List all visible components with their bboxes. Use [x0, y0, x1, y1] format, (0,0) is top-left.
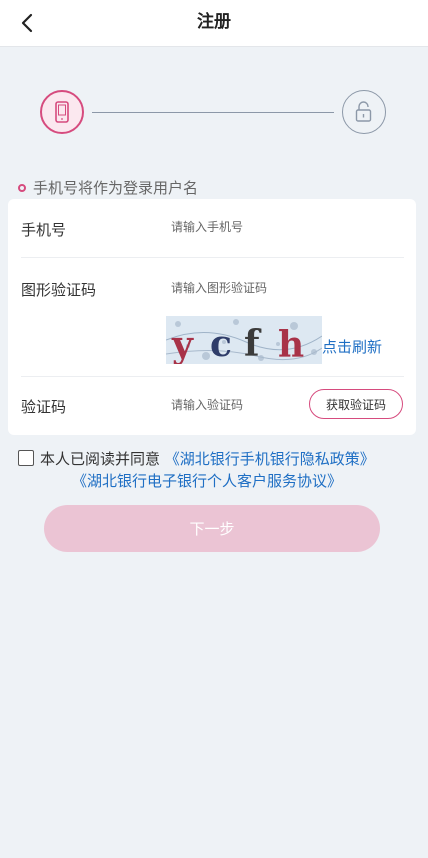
username-hint: 手机号将作为登录用户名 — [18, 177, 198, 198]
get-code-button[interactable]: 获取验证码 — [309, 389, 403, 419]
refresh-captcha-link[interactable]: 点击刷新 — [322, 336, 382, 357]
captcha-label: 图形验证码 — [21, 281, 97, 299]
step-indicator — [40, 90, 386, 138]
page-title: 注册 — [197, 12, 231, 32]
captcha-char-4: h — [278, 324, 304, 364]
captcha-char-2: c — [210, 323, 232, 364]
captcha-image[interactable]: y c f h — [166, 316, 322, 364]
privacy-policy-link[interactable]: 《湖北银行手机银行隐私政策》 — [165, 450, 375, 468]
divider — [21, 257, 404, 258]
phone-label: 手机号 — [21, 221, 67, 239]
register-form: 手机号 图形验证码 y c f h 点击刷新 验证码 获取验证码 — [8, 199, 416, 435]
sms-code-label: 验证码 — [21, 398, 67, 416]
hint-circle-icon — [18, 183, 26, 192]
agreement-prefix: 本人已阅读并同意 — [40, 450, 161, 468]
step-lock — [342, 90, 386, 134]
service-agreement-link[interactable]: 《湖北银行电子银行个人客户服务协议》 — [72, 470, 342, 491]
step-connector — [92, 112, 334, 113]
captcha-char-1: y — [171, 324, 194, 364]
top-bar: 注册 — [0, 0, 428, 47]
divider — [21, 376, 404, 377]
phone-input[interactable] — [171, 220, 341, 234]
agreement-line-1: 本人已阅读并同意 《湖北银行手机银行隐私政策》 — [40, 448, 375, 469]
phone-icon — [55, 101, 69, 123]
next-step-button[interactable]: 下一步 — [44, 505, 380, 552]
hint-text: 手机号将作为登录用户名 — [33, 179, 199, 197]
captcha-input[interactable] — [171, 281, 341, 295]
sms-code-input[interactable] — [171, 398, 301, 412]
step-phone — [40, 90, 84, 134]
captcha-char-3: f — [244, 323, 262, 364]
agree-checkbox[interactable] — [18, 450, 34, 466]
lock-icon — [355, 101, 372, 122]
